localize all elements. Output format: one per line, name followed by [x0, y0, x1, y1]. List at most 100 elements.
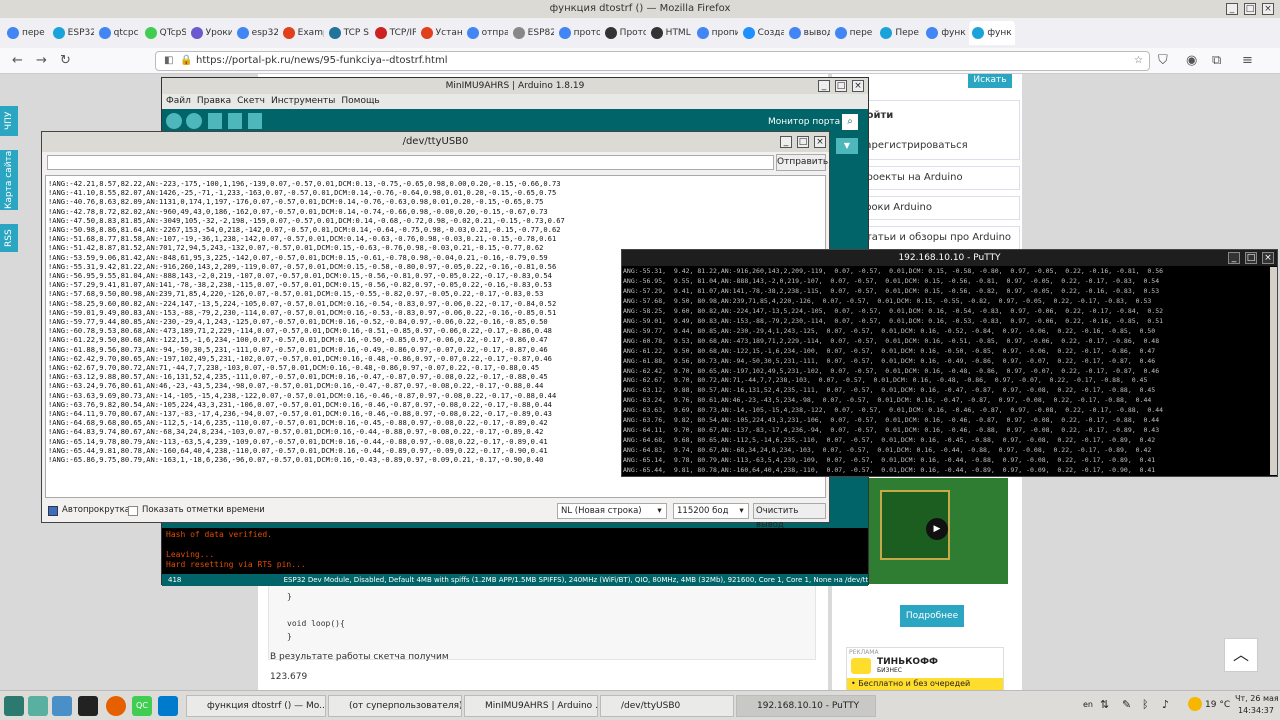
- firefox-icon[interactable]: [106, 696, 126, 716]
- maximize-button[interactable]: □: [835, 80, 847, 92]
- menu-item[interactable]: Файл: [166, 96, 191, 106]
- tab-favicon-icon: [466, 27, 479, 39]
- keyboard-layout[interactable]: en: [1083, 700, 1093, 709]
- timestamps-checkbox[interactable]: [128, 506, 138, 516]
- send-button[interactable]: Отправить: [776, 154, 828, 171]
- browser-tab[interactable]: функ: [969, 21, 1015, 45]
- close-button[interactable]: ×: [852, 80, 864, 92]
- url-bar[interactable]: ◧ 🔒 https://portal-pk.ru/news/95-funkciy…: [155, 51, 1150, 71]
- bluetooth-icon[interactable]: ᛒ: [1142, 698, 1149, 711]
- browser-tab[interactable]: HTML: [648, 21, 692, 45]
- code-line: }: [287, 632, 292, 641]
- task-putty[interactable]: 192.168.10.10 - PuTTY: [736, 695, 876, 717]
- shield-icon[interactable]: ⛉: [1158, 53, 1168, 68]
- pen-icon[interactable]: ✎: [1122, 698, 1131, 711]
- extensions-icon[interactable]: ⧉: [1212, 53, 1221, 68]
- chevron-down-icon[interactable]: ▾: [735, 503, 749, 519]
- browser-tab[interactable]: отпра: [464, 21, 508, 45]
- network-icon[interactable]: ⇅: [1100, 698, 1109, 711]
- browser-tab[interactable]: пере: [4, 21, 48, 45]
- clock-time[interactable]: 14:34:37: [1238, 706, 1274, 715]
- side-tab-cnc[interactable]: ЧПУ: [0, 106, 18, 136]
- back-icon[interactable]: ←: [12, 53, 23, 68]
- verify-icon[interactable]: [166, 113, 182, 129]
- page-info-icon[interactable]: ◧: [164, 52, 173, 70]
- clear-output-button[interactable]: Очистить вывод: [753, 503, 826, 530]
- serial-titlebar: /dev/ttyUSB0 _ □ ×: [42, 132, 829, 152]
- file-manager-icon[interactable]: [52, 696, 72, 716]
- browser-tab[interactable]: Прото: [602, 21, 646, 45]
- browser-tab[interactable]: Созда: [740, 21, 784, 45]
- menu-item[interactable]: Помощь: [341, 96, 379, 106]
- tab-menu-icon[interactable]: ▼: [836, 138, 858, 154]
- task-firefox[interactable]: функция dtostrf () — Mo...: [186, 695, 326, 717]
- side-tab-rss[interactable]: RSS: [0, 224, 18, 252]
- minimize-button[interactable]: _: [1226, 3, 1238, 15]
- terminal-icon[interactable]: [78, 696, 98, 716]
- new-icon[interactable]: [208, 113, 222, 129]
- task-arduino[interactable]: MinIMU9AHRS | Arduino ...: [464, 695, 598, 717]
- start-menu-icon[interactable]: [4, 696, 24, 716]
- close-button[interactable]: ×: [814, 136, 826, 148]
- chevron-down-icon[interactable]: ▾: [653, 503, 667, 519]
- task-root[interactable]: (от суперпользователя): [328, 695, 462, 717]
- browser-tab[interactable]: Пере: [877, 21, 921, 45]
- putty-terminal[interactable]: ANG:-55.31, 9.42, 81.22,AN:-916,260,143,…: [623, 267, 1269, 475]
- maximize-button[interactable]: □: [1244, 3, 1256, 15]
- menu-item[interactable]: Инструменты: [271, 96, 335, 106]
- serial-send-input[interactable]: [47, 155, 774, 170]
- browser-tab[interactable]: TCP S: [326, 21, 370, 45]
- minimize-button[interactable]: _: [1228, 252, 1240, 264]
- qt-creator-icon[interactable]: QC: [132, 696, 152, 716]
- ad-banner[interactable]: РЕКЛАМА ТИНЬКОФФ БИЗНЕС • Бесплатно и бе…: [846, 647, 1004, 690]
- browser-tab[interactable]: ESP82: [510, 21, 554, 45]
- volume-icon[interactable]: ♪: [1162, 698, 1169, 711]
- browser-tab[interactable]: TCP/IP: [372, 21, 416, 45]
- putty-titlebar: 192.168.10.10 - PuTTY _ □ ×: [622, 250, 1277, 266]
- side-tab-sitemap[interactable]: Карта сайта: [0, 150, 18, 210]
- play-icon[interactable]: ▶: [926, 518, 948, 540]
- minimize-button[interactable]: _: [818, 80, 830, 92]
- login-link[interactable]: Войти: [859, 107, 1019, 125]
- upload-icon[interactable]: [186, 113, 202, 129]
- minimize-button[interactable]: _: [780, 136, 792, 148]
- close-button[interactable]: ×: [1262, 252, 1274, 264]
- menu-icon[interactable]: ≡: [1242, 53, 1253, 68]
- more-button[interactable]: Подробнее: [900, 605, 964, 627]
- maximize-button[interactable]: □: [1245, 252, 1257, 264]
- browser-tab[interactable]: Examp: [280, 21, 324, 45]
- vscode-icon[interactable]: [158, 696, 178, 716]
- show-desktop-icon[interactable]: [28, 696, 48, 716]
- browser-tab[interactable]: Устан: [418, 21, 462, 45]
- browser-tab[interactable]: прото: [556, 21, 600, 45]
- browser-tab[interactable]: вывод: [786, 21, 830, 45]
- close-button[interactable]: ×: [1262, 3, 1274, 15]
- reload-icon[interactable]: ↻: [60, 53, 71, 68]
- save-icon[interactable]: [248, 113, 262, 129]
- serial-monitor-icon[interactable]: ⌕: [842, 114, 858, 130]
- maximize-button[interactable]: □: [797, 136, 809, 148]
- register-link[interactable]: Зарегистрироваться: [859, 137, 1019, 155]
- open-icon[interactable]: [228, 113, 242, 129]
- task-serial-monitor[interactable]: /dev/ttyUSB0: [600, 695, 734, 717]
- tab-label: функ: [987, 28, 1012, 38]
- browser-tab[interactable]: пере: [832, 21, 876, 45]
- menu-item[interactable]: Скетч: [237, 96, 265, 106]
- clock-date[interactable]: Чт, 26 мая: [1235, 694, 1279, 703]
- browser-tab[interactable]: esp32: [234, 21, 278, 45]
- browser-tab[interactable]: пропи: [694, 21, 738, 45]
- search-button[interactable]: Искать: [968, 74, 1012, 88]
- scroll-to-top-button[interactable]: ︿: [1224, 638, 1258, 672]
- bookmark-star-icon[interactable]: ☆: [1134, 52, 1143, 70]
- account-icon[interactable]: ◉: [1186, 53, 1197, 68]
- browser-tab[interactable]: Уроки: [188, 21, 232, 45]
- browser-tab[interactable]: ESP32: [50, 21, 94, 45]
- autoscroll-checkbox[interactable]: [48, 506, 58, 516]
- line-ending-select[interactable]: NL (Новая строка): [557, 503, 667, 519]
- putty-scrollbar[interactable]: [1270, 267, 1277, 475]
- menu-item[interactable]: Правка: [197, 96, 231, 106]
- forward-icon[interactable]: →: [36, 53, 47, 68]
- browser-tab[interactable]: qtcpc: [96, 21, 140, 45]
- browser-tab[interactable]: функ: [923, 21, 967, 45]
- browser-tab[interactable]: QTcpS: [142, 21, 186, 45]
